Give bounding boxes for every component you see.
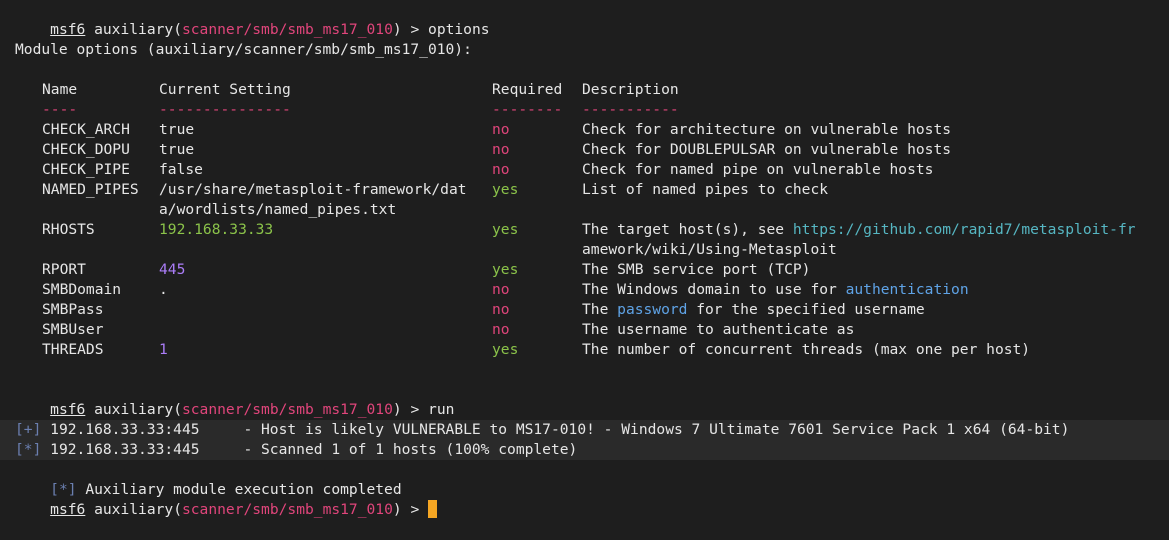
command-text: run: [428, 401, 455, 418]
option-description: The username to authenticate as: [582, 321, 855, 338]
option-name: SMBPass: [42, 301, 104, 318]
description-text: for the specified username: [687, 301, 925, 318]
options-table-header: Name Current Setting Required Descriptio…: [0, 80, 1169, 100]
option-required: no: [492, 161, 510, 178]
prompt-caret: >: [410, 21, 420, 38]
option-description: The number of concurrent threads (max on…: [582, 341, 1031, 358]
option-description: The SMB service port (TCP): [582, 261, 811, 278]
prompt-line-1: msf6 auxiliary(scanner/smb/smb_ms17_010)…: [50, 21, 490, 38]
prompt-exe: msf6: [50, 401, 86, 418]
description-keyword: authentication: [845, 281, 969, 298]
option-description: The password for the specified username: [582, 300, 925, 320]
option-name: CHECK_PIPE: [42, 161, 130, 178]
option-required: yes: [492, 341, 519, 358]
underline-description: -----------: [582, 101, 679, 118]
table-row: RHOSTS 192.168.33.33 yes The target host…: [0, 220, 1169, 240]
table-row: NAMED_PIPES /usr/share/metasploit-framew…: [0, 180, 1169, 200]
option-required: no: [492, 301, 510, 318]
table-row: THREADS 1 yes The number of concurrent t…: [0, 340, 1169, 360]
description-text: The target host(s), see: [582, 221, 793, 238]
option-setting: false: [159, 161, 203, 178]
option-name: SMBUser: [42, 321, 104, 338]
options-table-underline: ---- --------------- -------- ----------…: [0, 100, 1169, 120]
option-required: no: [492, 321, 510, 338]
option-required: no: [492, 141, 510, 158]
table-row: CHECK_DOPU true no Check for DOUBLEPULSA…: [0, 140, 1169, 160]
option-description-wrap: amework/wiki/Using-Metasploit: [582, 241, 837, 258]
description-text: The: [582, 301, 618, 318]
table-row: SMBUser no The username to authenticate …: [0, 320, 1169, 340]
option-description: Check for architecture on vulnerable hos…: [582, 121, 952, 138]
table-row: RPORT 445 yes The SMB service port (TCP): [0, 260, 1169, 280]
output-line-status: [*] 192.168.33.33:445 - Scanned 1 of 1 h…: [0, 440, 1169, 460]
prompt-word: auxiliary: [94, 401, 174, 418]
terminal-window[interactable]: msf6 auxiliary(scanner/smb/smb_ms17_010)…: [0, 0, 1169, 518]
table-row: CHECK_ARCH true no Check for architectur…: [0, 120, 1169, 140]
output-line-complete: [*] Auxiliary module execution completed: [15, 460, 401, 498]
option-setting: true: [159, 121, 195, 138]
option-setting: 192.168.33.33: [159, 221, 274, 238]
output-text: 192.168.33.33:445 - Scanned 1 of 1 hosts…: [50, 441, 578, 458]
underline-setting: ---------------: [159, 101, 291, 118]
option-description: Check for named pipe on vulnerable hosts: [582, 161, 934, 178]
option-name: NAMED_PIPES: [42, 181, 139, 198]
table-row: SMBDomain . no The Windows domain to use…: [0, 280, 1169, 300]
option-name: RHOSTS: [42, 221, 95, 238]
option-required: yes: [492, 221, 519, 238]
option-description: List of named pipes to check: [582, 181, 829, 198]
prompt-module: scanner/smb/smb_ms17_010: [181, 21, 393, 38]
description-text: The Windows domain to use for: [582, 281, 846, 298]
prompt-caret: >: [410, 501, 420, 518]
prompt-word: auxiliary: [94, 21, 174, 38]
prompt-word: auxiliary: [94, 501, 174, 518]
option-required: no: [492, 121, 510, 138]
info-marker: [*]: [15, 441, 42, 458]
option-description: Check for DOUBLEPULSAR on vulnerable hos…: [582, 141, 952, 158]
column-header-description: Description: [582, 81, 679, 98]
prompt-exe: msf6: [50, 21, 86, 38]
option-setting: 1: [159, 341, 168, 358]
option-required: yes: [492, 181, 519, 198]
option-required: yes: [492, 261, 519, 278]
table-row-continuation: amework/wiki/Using-Metasploit: [0, 240, 1169, 260]
table-row: SMBPass no The password for the specifie…: [0, 300, 1169, 320]
prompt-module: scanner/smb/smb_ms17_010: [181, 401, 393, 418]
option-name: CHECK_ARCH: [42, 121, 130, 138]
option-setting: true: [159, 141, 195, 158]
table-row: CHECK_PIPE false no Check for named pipe…: [0, 160, 1169, 180]
output-line-success: [+] 192.168.33.33:445 - Host is likely V…: [0, 420, 1169, 440]
prompt-exe: msf6: [50, 501, 86, 518]
option-description: The target host(s), see https://github.c…: [582, 220, 1136, 240]
option-setting: 445: [159, 261, 186, 278]
column-header-required: Required: [492, 81, 563, 98]
option-name: CHECK_DOPU: [42, 141, 130, 158]
option-name: SMBDomain: [42, 281, 122, 298]
option-setting: .: [159, 281, 168, 298]
underline-required: --------: [492, 101, 563, 118]
column-header-setting: Current Setting: [159, 81, 291, 98]
success-marker: [+]: [15, 421, 42, 438]
command-text: options: [428, 21, 490, 38]
text-cursor[interactable]: [428, 500, 438, 518]
prompt-caret: >: [410, 401, 420, 418]
option-required: no: [492, 281, 510, 298]
underline-name: ----: [42, 101, 78, 118]
module-options-heading: Module options (auxiliary/scanner/smb/sm…: [15, 41, 472, 58]
prompt-line-3[interactable]: msf6 auxiliary(scanner/smb/smb_ms17_010)…: [15, 480, 438, 518]
option-description: The Windows domain to use for authentica…: [582, 280, 969, 300]
column-header-name: Name: [42, 81, 78, 98]
option-name: RPORT: [42, 261, 86, 278]
option-setting-wrap: a/wordlists/named_pipes.txt: [159, 201, 397, 218]
prompt-line-2: msf6 auxiliary(scanner/smb/smb_ms17_010)…: [50, 401, 455, 418]
github-link[interactable]: https://github.com/rapid7/metasploit-fr: [793, 221, 1136, 238]
description-keyword: password: [617, 301, 688, 318]
option-name: THREADS: [42, 341, 104, 358]
option-setting: /usr/share/metasploit-framework/dat: [159, 181, 467, 198]
table-row-continuation: a/wordlists/named_pipes.txt: [0, 200, 1169, 220]
output-text: 192.168.33.33:445 - Host is likely VULNE…: [50, 421, 1070, 438]
prompt-module: scanner/smb/smb_ms17_010: [181, 501, 393, 518]
